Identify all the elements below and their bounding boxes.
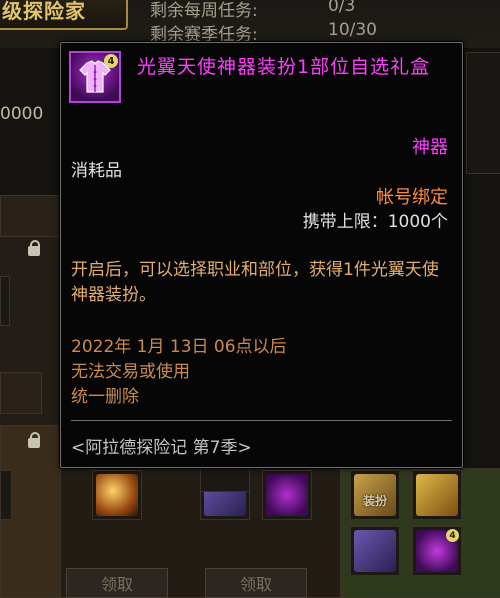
season-task-value: 10/30 xyxy=(328,20,377,40)
weekly-task-stat: 剩余每周任务: 0/3 xyxy=(150,0,355,21)
claim-button[interactable]: 领取 xyxy=(205,568,307,598)
lock-icon xyxy=(28,240,40,256)
costume-box-icon xyxy=(354,530,396,572)
item-tooltip: 4 光翼天使神器装扮1部位自选礼盒 神器 消耗品 帐号绑定 携带上限：1000个… xyxy=(60,42,463,468)
rank-title: 级探险家 xyxy=(2,0,86,23)
reward-slot-cloth[interactable]: 装扮 xyxy=(350,470,400,520)
claim-button[interactable]: 领取 xyxy=(66,568,168,598)
quantity-badge: 4 xyxy=(104,54,118,68)
reward-slot-costume[interactable]: 4 xyxy=(412,526,462,576)
expire-date: 2022年 1月 13日 06点以后 xyxy=(71,337,287,357)
expire-notice: 2022年 1月 13日 06点以后 无法交易或使用 统一删除 xyxy=(71,335,287,410)
costume-icon xyxy=(266,474,308,516)
reward-slot-costume[interactable] xyxy=(262,470,312,520)
carry-limit: 携带上限：1000个 xyxy=(302,212,448,232)
expire-restriction: 无法交易或使用 xyxy=(71,362,190,382)
flame-icon xyxy=(96,474,138,516)
item-category: 消耗品 xyxy=(71,161,122,181)
season-name: <阿拉德探险记 第7季> xyxy=(71,438,252,458)
item-rarity: 神器 xyxy=(412,137,448,158)
count-badge: 4 xyxy=(446,529,459,542)
right-edge-panel xyxy=(466,52,500,174)
rank-title-box: 级探险家 xyxy=(0,0,128,30)
reward-slot-flame[interactable] xyxy=(92,470,142,520)
lock-icon xyxy=(28,432,40,448)
cloth-label: 装扮 xyxy=(362,494,387,508)
weekly-task-value: 0/3 xyxy=(328,0,356,16)
tooltip-divider xyxy=(71,420,452,421)
costume-box-icon: 4 xyxy=(69,51,121,103)
reward-slot[interactable] xyxy=(0,276,10,326)
expire-deletion: 统一删除 xyxy=(71,387,139,407)
item-name: 光翼天使神器装扮1部位自选礼盒 xyxy=(137,56,431,78)
currency-amount: 0000 xyxy=(0,104,44,124)
reward-slot-chest[interactable] xyxy=(412,470,462,520)
left-header xyxy=(0,195,60,237)
reward-slot[interactable] xyxy=(0,470,12,520)
treasure-chest-icon xyxy=(416,474,458,516)
item-binding: 帐号绑定 xyxy=(376,187,448,208)
reward-slot-box[interactable] xyxy=(350,526,400,576)
left-slot-box xyxy=(0,372,42,414)
weekly-task-label: 剩余每周任务: xyxy=(150,1,258,21)
item-description: 开启后，可以选择职业和部位，获得1件光翼天使神器装扮。 xyxy=(71,260,439,305)
